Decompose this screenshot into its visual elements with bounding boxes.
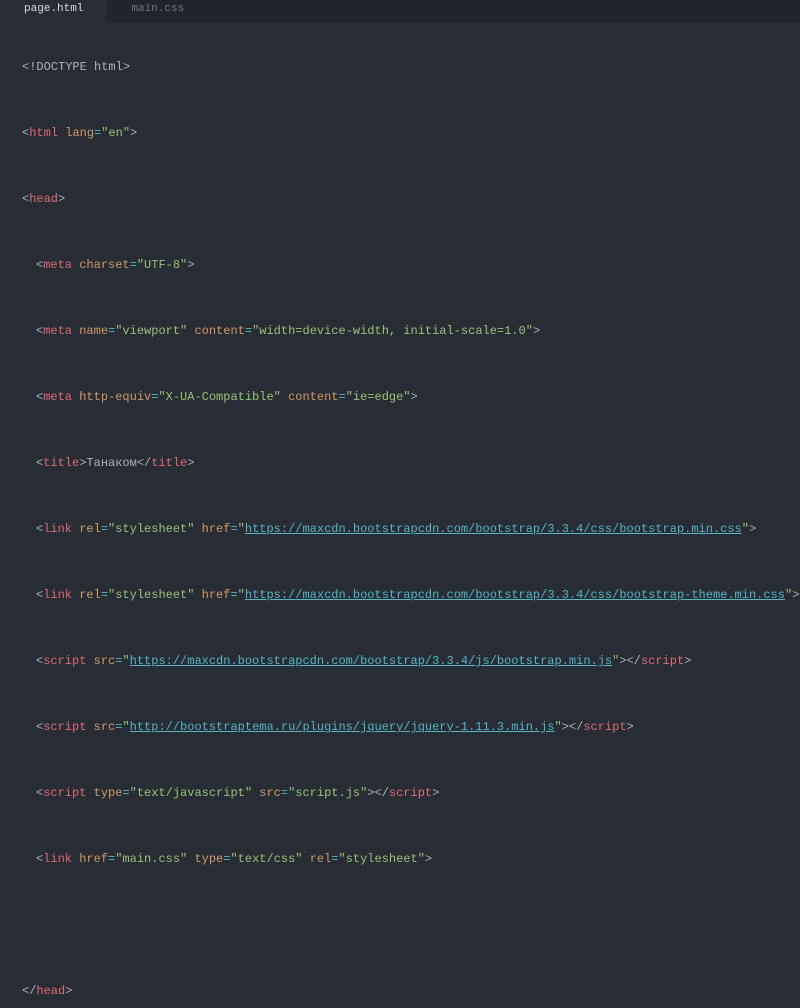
code-text: http-equiv — [79, 390, 151, 404]
code-text: "text/css" — [230, 852, 302, 866]
code-text: type — [94, 786, 123, 800]
code-text: "text/javascript" — [130, 786, 252, 800]
code-text: "stylesheet" — [339, 852, 425, 866]
code-text: "UTF-8" — [137, 258, 187, 272]
code-text: "en" — [101, 126, 130, 140]
code-text: type — [194, 852, 223, 866]
code-text: script — [43, 654, 86, 668]
code-text: title — [43, 456, 79, 470]
code-text: src — [94, 720, 116, 734]
code-text: "script.js" — [288, 786, 367, 800]
url-link[interactable]: https://maxcdn.bootstrapcdn.com/bootstra… — [245, 522, 742, 536]
code-text: script — [43, 720, 86, 734]
code-text: title — [151, 456, 187, 470]
code-text: script — [583, 720, 626, 734]
code-text: link — [43, 522, 72, 536]
code-text: <!DOCTYPE html> — [22, 60, 130, 74]
code-text: href — [202, 588, 231, 602]
code-text: meta — [43, 390, 72, 404]
code-text: script — [389, 786, 432, 800]
tab-main-css[interactable]: main.css — [107, 0, 208, 22]
code-text: src — [259, 786, 281, 800]
url-link[interactable]: https://maxcdn.bootstrapcdn.com/bootstra… — [130, 654, 612, 668]
code-text: script — [641, 654, 684, 668]
url-link[interactable]: https://maxcdn.bootstrapcdn.com/bootstra… — [245, 588, 785, 602]
code-text: "ie=edge" — [346, 390, 411, 404]
code-text: "X-UA-Compatible" — [158, 390, 280, 404]
code-text: content — [288, 390, 338, 404]
code-text: head — [36, 984, 65, 998]
code-text: charset — [79, 258, 129, 272]
code-text: name — [79, 324, 108, 338]
code-text: html — [29, 126, 58, 140]
code-text: src — [94, 654, 116, 668]
code-text: rel — [310, 852, 332, 866]
code-text: head — [29, 192, 58, 206]
code-text: meta — [43, 258, 72, 272]
code-text: script — [43, 786, 86, 800]
code-text: rel — [79, 588, 101, 602]
code-text: link — [43, 852, 72, 866]
code-text: content — [194, 324, 244, 338]
code-text: "width=device-width, initial-scale=1.0" — [252, 324, 533, 338]
url-link[interactable]: http://bootstraptema.ru/plugins/jquery/j… — [130, 720, 555, 734]
code-text: "viewport" — [115, 324, 187, 338]
code-text: href — [202, 522, 231, 536]
code-editor[interactable]: <!DOCTYPE html> <html lang="en"> <head> … — [0, 22, 800, 1008]
tab-bar: page.html main.css — [0, 0, 800, 22]
code-text: "stylesheet" — [108, 588, 194, 602]
code-text: "main.css" — [115, 852, 187, 866]
code-text: meta — [43, 324, 72, 338]
tab-page-html[interactable]: page.html — [0, 0, 107, 22]
code-text: lang — [65, 126, 94, 140]
code-text: link — [43, 588, 72, 602]
code-text: "stylesheet" — [108, 522, 194, 536]
code-text: rel — [79, 522, 101, 536]
code-text: Танаком — [86, 456, 136, 470]
code-text: href — [79, 852, 108, 866]
